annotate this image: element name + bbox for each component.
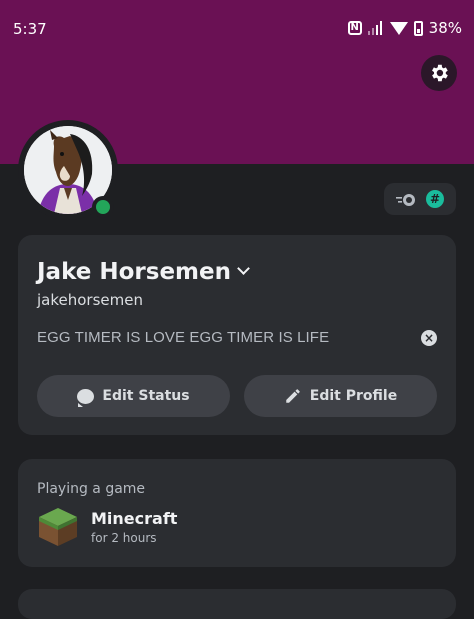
status-bar: 5:37 N 38% xyxy=(0,0,474,58)
edit-status-button[interactable]: Edit Status xyxy=(37,375,230,417)
clear-status-icon[interactable]: × xyxy=(421,330,437,346)
game-name: Minecraft xyxy=(91,509,178,528)
custom-status-text: EGG TIMER IS LOVE EGG TIMER IS LIFE xyxy=(37,329,330,346)
wifi-icon xyxy=(389,21,408,35)
status-icons: N 38% xyxy=(347,19,462,37)
hashtag-badge-icon[interactable]: # xyxy=(426,190,444,208)
edit-profile-button[interactable]: Edit Profile xyxy=(244,375,437,417)
username: jakehorsemen xyxy=(37,291,143,309)
profile-card: Jake Horsemen jakehorsemen EGG TIMER IS … xyxy=(18,235,456,435)
chat-bubble-icon xyxy=(77,388,95,407)
next-card xyxy=(18,589,456,619)
nfc-icon: N xyxy=(347,21,362,35)
online-status-indicator xyxy=(92,196,114,218)
minecraft-icon xyxy=(39,508,77,546)
chevron-down-icon[interactable] xyxy=(237,261,250,275)
gear-icon xyxy=(432,64,448,82)
profile-badges[interactable]: # xyxy=(384,183,456,215)
activity-title: Playing a game xyxy=(37,481,146,497)
battery-icon xyxy=(413,20,423,36)
pencil-icon xyxy=(286,389,300,403)
nitro-badge-icon[interactable] xyxy=(396,192,416,206)
settings-button[interactable] xyxy=(421,55,457,91)
status-time: 5:37 xyxy=(13,20,47,38)
battery-percent: 38% xyxy=(428,19,462,37)
signal-icon xyxy=(367,21,384,35)
activity-card[interactable]: Playing a game Minecraft for 2 hours xyxy=(18,459,456,567)
edit-profile-label: Edit Profile xyxy=(309,388,398,404)
display-name-text: Jake Horsemen xyxy=(37,259,231,285)
game-duration: for 2 hours xyxy=(91,531,157,545)
edit-status-label: Edit Status xyxy=(102,388,190,404)
display-name[interactable]: Jake Horsemen xyxy=(37,259,250,285)
